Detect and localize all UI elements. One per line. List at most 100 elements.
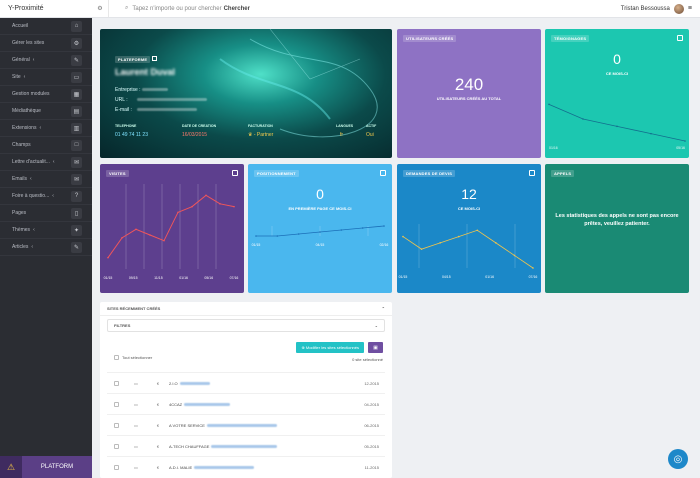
row-checkbox[interactable]	[113, 401, 119, 407]
chevron-down-icon: ⌄	[374, 323, 378, 328]
sidebar-item-label: Site	[12, 74, 21, 80]
question-icon: ?	[71, 190, 82, 202]
card-title: APPELS	[551, 170, 575, 177]
site-name[interactable]: 4CCAZ	[169, 402, 182, 407]
x-tick: 01/15	[252, 243, 261, 247]
date-label: DATE DE CREATION	[182, 124, 217, 128]
search-bar[interactable]: ⌕ Tapez n'importe ou pour chercher Cherc…	[108, 0, 621, 17]
data-point	[383, 225, 385, 227]
site-date: 12-2015	[364, 380, 379, 386]
x-tick: 01/15	[104, 276, 113, 280]
site-date: 05-2015	[364, 443, 379, 449]
sidebar-item[interactable]: Gérer les sites ⚙	[0, 35, 92, 52]
data-point	[616, 125, 618, 128]
monitor-icon[interactable]: ▭	[125, 423, 147, 428]
table-row[interactable]: ▭ €2.I.O 12-2015	[107, 372, 385, 393]
row-checkbox[interactable]	[113, 422, 119, 428]
sidebar-item[interactable]: Accueil ⌂	[0, 18, 92, 35]
table-icon: ▥	[71, 122, 82, 134]
sidebar-item[interactable]: Foire à questio... ‹?	[0, 188, 92, 205]
sidebar-item-label: Extensions	[12, 125, 37, 131]
actif-value: Oui	[366, 132, 374, 138]
sidebar-item-label: Foire à questio...	[12, 193, 50, 199]
row-checkbox[interactable]	[113, 464, 119, 470]
sidebar-item[interactable]: Médiathèque ▤	[0, 103, 92, 120]
series-line	[107, 194, 235, 258]
monitor-icon[interactable]: ▭	[125, 381, 147, 386]
top-bar: Y-Proximité ⚙ ⌕ Tapez n'importe ou pour …	[0, 0, 700, 18]
edit-icon[interactable]	[152, 56, 157, 61]
euro-icon: €	[156, 422, 160, 428]
tel-value: 01 49 74 11 23	[115, 132, 148, 138]
monitor-icon[interactable]: ▭	[125, 444, 147, 449]
lang-value: fr	[340, 132, 344, 138]
filters-dropdown[interactable]: FILTRES ⌄	[107, 319, 385, 332]
table-row[interactable]: ▭ € A-TECH CHAUFFAGE 05-2015	[107, 435, 385, 456]
data-point	[402, 235, 404, 238]
euro-icon: €	[156, 443, 160, 449]
gear-icon[interactable]: ⚙	[92, 5, 108, 12]
data-point	[361, 227, 364, 229]
sidebar-item[interactable]: Gestion modules ▦	[0, 86, 92, 103]
monitor-icon[interactable]: ▭	[125, 402, 147, 407]
gear-icon: ⚙	[71, 37, 82, 49]
x-tick: 05/16	[676, 146, 685, 150]
collapse-icon[interactable]: ⌃	[382, 306, 385, 311]
x-tick: 05/16	[204, 276, 213, 280]
euro-icon: €	[156, 464, 160, 470]
site-name[interactable]: A VOTRE SERVICE	[169, 423, 205, 428]
entreprise-row: Entreprise :	[115, 87, 168, 93]
data-point	[319, 231, 321, 233]
sidebar-item[interactable]: Champs □	[0, 137, 92, 154]
modify-sites-button[interactable]: ⊕ Modifier les sites sélectionnés	[296, 342, 364, 353]
sidebar-item[interactable]: Pages ▯	[0, 205, 92, 222]
row-checkbox[interactable]	[113, 380, 119, 386]
tel-label: TELEPHONE	[115, 124, 137, 128]
avatar[interactable]	[673, 3, 684, 14]
x-tick: 04/15	[442, 275, 451, 279]
card-title: UTILISATEURS CRÉÉS	[403, 35, 457, 42]
date-value: 16/03/2015	[182, 132, 208, 138]
email-row: E-mail :	[115, 107, 198, 113]
positionnement-chart: 01/15 04/15 02/16	[252, 225, 388, 247]
sidebar-item-label: Médiathèque	[12, 108, 41, 114]
sidebar-item-label: Champs	[12, 142, 31, 148]
row-checkbox[interactable]	[113, 443, 119, 449]
appels-message: Les statistiques des appels ne sont pas …	[555, 213, 679, 227]
edit-square-button[interactable]: ▣	[368, 342, 383, 353]
menu-icon[interactable]: ≡	[688, 5, 692, 12]
monitor-icon[interactable]: ▭	[125, 465, 147, 470]
site-name[interactable]: A.D.I. MALIE	[169, 465, 192, 470]
users-count: 240	[454, 75, 484, 94]
sidebar-item[interactable]: Général ‹ ✎	[0, 52, 92, 69]
sidebar-item[interactable]: Site ‹ ▭	[0, 69, 92, 86]
sidebar-item[interactable]: Thèmes ‹ ✦	[0, 222, 92, 239]
fact-label: FACTURATION	[248, 124, 273, 128]
table-row[interactable]: ▭ € A.D.I. MALIE 11-2015	[107, 456, 385, 477]
sidebar-item[interactable]: Emails ‹ ✉	[0, 171, 92, 188]
user-menu[interactable]: Tristan Bessoussa ≡	[621, 3, 700, 14]
x-tick: 09/15	[129, 276, 138, 280]
fact-value: ♛ - Partner	[248, 132, 274, 138]
square-icon: □	[71, 139, 82, 151]
sidebar-item[interactable]: Extensions ‹ ▥	[0, 120, 92, 137]
site-name[interactable]: A-TECH CHAUFFAGE	[169, 444, 209, 449]
data-point	[513, 254, 516, 257]
sidebar-item[interactable]: Articles ‹ ✎	[0, 239, 92, 256]
sidebar-item[interactable]: Lettre d'actualit... ‹ ✉	[0, 154, 92, 171]
platform-footer[interactable]: ⚠ PLATFORM	[0, 456, 92, 478]
table-row[interactable]: ▭ €4CCAZ 04-2015	[107, 393, 385, 414]
site-date: 11-2015	[364, 464, 379, 470]
url-row: URL :	[115, 97, 207, 103]
table-row[interactable]: ▭ € A VOTRE SERVICE 06-2015	[107, 414, 385, 435]
x-tick: 01/16	[179, 276, 188, 280]
brand-logo[interactable]: Y-Proximité	[0, 5, 92, 12]
select-all[interactable]: Tout sélectionner	[114, 355, 152, 360]
series-line	[548, 103, 686, 142]
data-point	[191, 205, 193, 208]
platform-card: PLATEFORME Laurent Duval Entreprise : UR…	[100, 29, 392, 158]
select-all-checkbox[interactable]	[114, 355, 119, 360]
x-tick: 01/16	[485, 275, 494, 279]
site-name[interactable]: 2.I.O	[169, 381, 178, 386]
help-button[interactable]: ◎	[668, 449, 688, 469]
